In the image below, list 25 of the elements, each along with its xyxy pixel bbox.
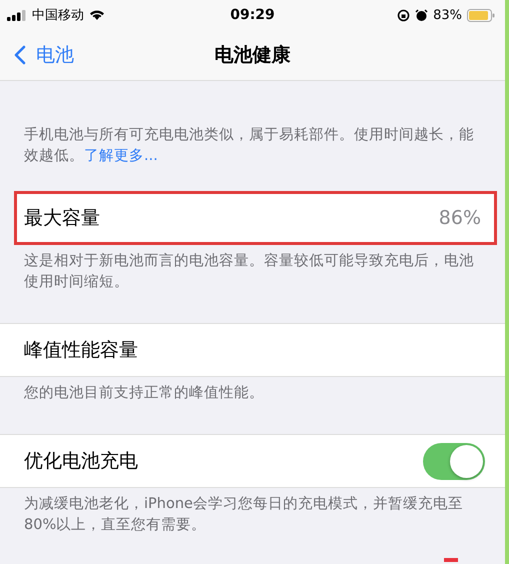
back-button[interactable]: 电池 (0, 42, 74, 68)
settings-row[interactable]: 最大容量 86% (14, 191, 497, 245)
row-label: 最大容量 (24, 206, 100, 231)
rotation-lock-icon (397, 8, 410, 22)
battery-percent: 83% (433, 8, 462, 22)
dash-mark (444, 558, 458, 562)
carrier-name: 中国移动 (32, 7, 84, 24)
signal-icon (7, 10, 27, 20)
section-footer: 为减缓电池老化，iPhone会学习您每日的充电模式，并暂缓充电至80%以上，直至您有需要。 (0, 488, 505, 536)
row-label: 优化电池充电 (24, 449, 138, 474)
section-footer: 这是相对于新电池而言的电池容量。容量较低可能导致充电后，电池使用时间缩短。 (0, 245, 505, 311)
learn-more-link[interactable]: 了解更多... (84, 148, 158, 164)
intro-text: 手机电池与所有可充电电池类似，属于易耗部件。使用时间越长，能效越低。了解更多... (23, 126, 475, 166)
settings-row[interactable]: 峰值性能容量 (0, 323, 505, 377)
battery-icon (467, 8, 495, 22)
row-value: 86% (438, 207, 481, 229)
section-footer: 您的电池目前支持正常的峰值性能。 (0, 377, 505, 422)
screen-title: 电池健康 (214, 43, 290, 68)
clock-time: 09:29 (230, 7, 275, 23)
settings-row[interactable]: 优化电池充电 (0, 434, 505, 488)
alarm-icon (415, 8, 428, 22)
chevron-left-icon (14, 45, 26, 65)
wifi-icon (89, 9, 105, 21)
toggle-switch[interactable] (423, 442, 485, 480)
row-label: 峰值性能容量 (24, 338, 138, 363)
